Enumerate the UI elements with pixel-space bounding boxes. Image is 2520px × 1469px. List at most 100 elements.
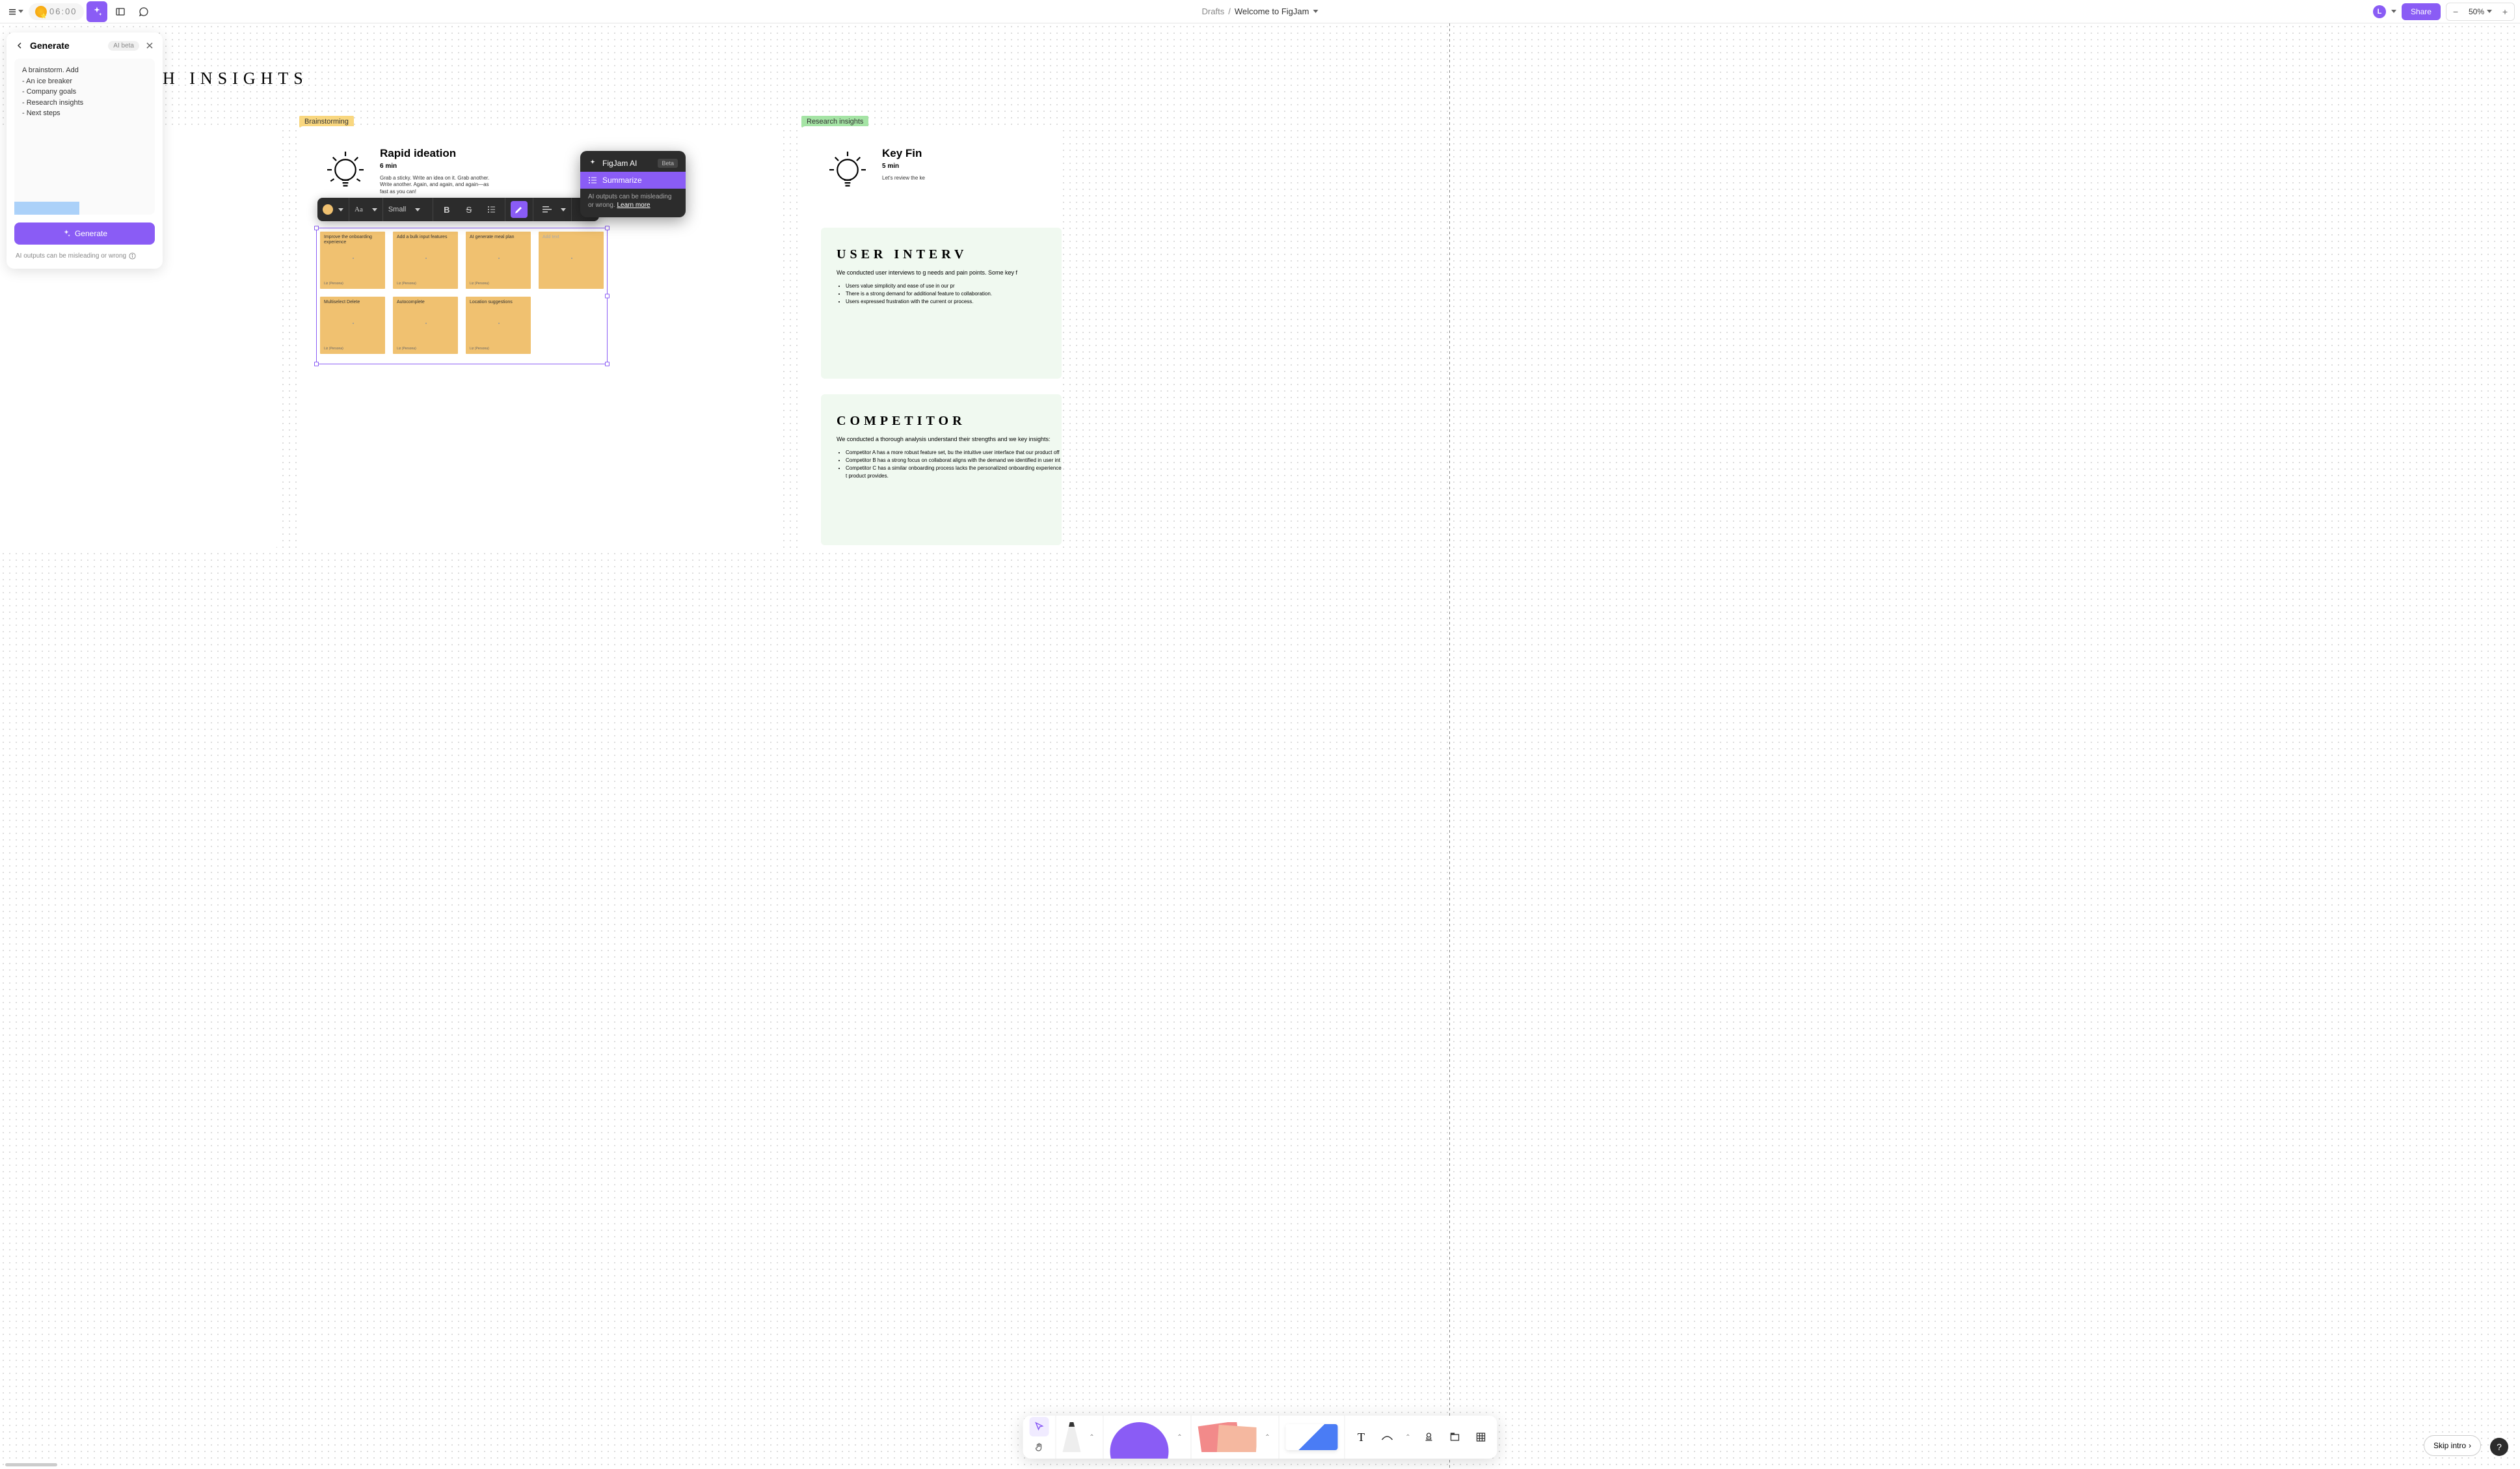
sticky-note[interactable]: AI generate meal planLiz (Persona) (466, 232, 531, 289)
chevron-up-icon[interactable]: ⌃ (1404, 1433, 1413, 1442)
sparkle-icon (62, 229, 71, 238)
close-icon[interactable] (146, 42, 154, 49)
competitor-content: COMPETITOR We conducted a thorough analy… (837, 414, 1062, 480)
brainstorm-heading: Rapid ideation (380, 147, 497, 160)
align-button[interactable] (539, 201, 556, 218)
sticky-dot-icon (353, 258, 354, 259)
move-tools (1023, 1416, 1056, 1459)
stamp-tool[interactable] (1419, 1427, 1439, 1447)
competitor-para: We conducted a thorough analysis underst… (837, 435, 1062, 444)
text-cursor-selection (14, 202, 79, 215)
sticky-tool[interactable] (1198, 1422, 1257, 1452)
color-group (317, 198, 349, 221)
breadcrumb-root[interactable]: Drafts (1202, 7, 1225, 16)
zoom-out-button[interactable]: − (2446, 3, 2465, 20)
ai-sparkle-button[interactable] (87, 1, 107, 22)
learn-more-link[interactable]: Learn more (617, 202, 650, 209)
research-desc: Let's review the ke (882, 175, 925, 182)
chevron-up-icon[interactable]: ⌃ (1263, 1433, 1272, 1442)
brainstorm-desc: Grab a sticky. Write an idea on it. Grab… (380, 175, 497, 195)
chevron-up-icon[interactable]: ⌃ (1088, 1433, 1097, 1442)
interviews-content: USER INTERV We conducted user interviews… (837, 247, 1062, 306)
panel-button[interactable] (110, 1, 131, 22)
avatar[interactable]: L (2373, 5, 2386, 18)
sticky-note[interactable]: AutocompleteLiz (Persona) (393, 297, 458, 354)
sticky-note-empty[interactable]: Add text (539, 232, 604, 289)
sticky-dot-icon (498, 323, 500, 324)
zoom-level[interactable]: 50% (2465, 7, 2496, 16)
font-size-select[interactable]: Small (388, 206, 427, 213)
pen-tool[interactable] (1063, 1422, 1081, 1452)
canvas[interactable]: H INSIGHTS Brainstorming Rapid ideation … (0, 23, 2520, 1469)
sticky-note[interactable]: Multiselect DeleteLiz (Persona) (320, 297, 385, 354)
breadcrumb-current[interactable]: Welcome to FigJam (1235, 7, 1309, 16)
chevron-down-icon[interactable] (338, 208, 343, 211)
gen-prompt-text: A brainstorm. Add - An ice breaker - Com… (22, 65, 147, 119)
research-text: Key Fin 5 min Let's review the ke (882, 147, 925, 193)
ctx-footer: AI outputs can be misleading or wrong. L… (580, 189, 686, 213)
share-button[interactable]: Share (2402, 3, 2441, 20)
chevron-down-icon[interactable] (1313, 10, 1318, 13)
skip-intro-button[interactable]: Skip intro › (2424, 1435, 2481, 1456)
ctx-header: FigJam AI Beta (580, 155, 686, 172)
sticky-note[interactable]: Add a bulk input featuresLiz (Persona) (393, 232, 458, 289)
timer-emoji-icon (35, 6, 47, 18)
text-toolbar: Aa Small B S (317, 198, 599, 221)
sticky-grid: Improve the onboarding experienceLiz (Pe… (316, 228, 608, 358)
sticky-dot-icon (498, 258, 500, 259)
shape-tool[interactable] (1110, 1422, 1169, 1452)
widget-tool[interactable] (1286, 1424, 1338, 1450)
research-heading: Key Fin (882, 147, 925, 160)
info-icon[interactable] (129, 252, 136, 260)
comment-button[interactable] (133, 1, 154, 22)
zoom-in-button[interactable]: + (2496, 3, 2514, 20)
summarize-menuitem[interactable]: Summarize (580, 172, 686, 189)
sticky-note[interactable]: Location suggestionsLiz (Persona) (466, 297, 531, 354)
competitor-card[interactable]: COMPETITOR We conducted a thorough analy… (821, 394, 1062, 545)
chevron-up-icon[interactable]: ⌃ (1175, 1433, 1185, 1442)
table-tool[interactable] (1471, 1427, 1491, 1447)
competitor-list: Competitor A has a more robust feature s… (837, 449, 1062, 480)
draw-tools: ⌃ (1056, 1416, 1104, 1459)
interviews-card[interactable]: USER INTERV We conducted user interviews… (821, 228, 1062, 379)
ctx-summarize-label: Summarize (602, 176, 642, 185)
help-button[interactable]: ? (2490, 1438, 2508, 1456)
select-tool[interactable] (1030, 1417, 1049, 1436)
brainstorm-text: Rapid ideation 6 min Grab a sticky. Writ… (380, 147, 497, 195)
horizontal-scrollbar[interactable] (5, 1463, 57, 1466)
research-duration: 5 min (882, 163, 925, 170)
section-tool[interactable] (1445, 1427, 1465, 1447)
gen-title: Generate (30, 40, 101, 51)
text-tool[interactable]: T (1352, 1427, 1371, 1447)
hand-tool[interactable] (1030, 1438, 1049, 1457)
chevron-down-icon[interactable] (2391, 10, 2396, 13)
list-icon (588, 176, 597, 185)
back-icon[interactable] (16, 42, 23, 49)
highlight-group (505, 198, 533, 221)
bold-button[interactable]: B (438, 201, 455, 218)
resize-handle[interactable] (314, 362, 319, 366)
chevron-down-icon[interactable] (561, 208, 566, 211)
breadcrumb-sep: / (1228, 7, 1231, 16)
generate-panel: Generate AI beta A brainstorm. Add - An … (7, 33, 163, 269)
connector-tool[interactable] (1378, 1427, 1397, 1447)
fill-color-swatch[interactable] (323, 204, 333, 215)
interviews-para: We conducted user interviews to g needs … (837, 269, 1062, 277)
research-header: Key Fin 5 min Let's review the ke (825, 147, 925, 193)
timer-pill[interactable]: 06:00 (29, 3, 84, 20)
breadcrumb: Drafts / Welcome to FigJam (1202, 7, 1319, 16)
sticky-note[interactable]: Improve the onboarding experienceLiz (Pe… (320, 232, 385, 289)
menu-button[interactable] (5, 1, 26, 22)
toolbar-left: 06:00 (5, 1, 154, 22)
strikethrough-button[interactable]: S (461, 201, 477, 218)
gen-prompt-input[interactable]: A brainstorm. Add - An ice breaker - Com… (14, 59, 155, 215)
shape-tools: ⌃ (1104, 1416, 1192, 1459)
misc-tools: T ⌃ (1345, 1416, 1497, 1459)
highlight-button[interactable] (511, 201, 528, 218)
sticky-dot-icon (571, 258, 572, 259)
font-family-select[interactable]: Aa (355, 206, 377, 213)
generate-button[interactable]: Generate (14, 222, 155, 245)
resize-handle[interactable] (605, 362, 610, 366)
top-toolbar: 06:00 Drafts / Welcome to FigJam L Share… (0, 0, 2520, 23)
bullet-list-button[interactable] (483, 201, 500, 218)
